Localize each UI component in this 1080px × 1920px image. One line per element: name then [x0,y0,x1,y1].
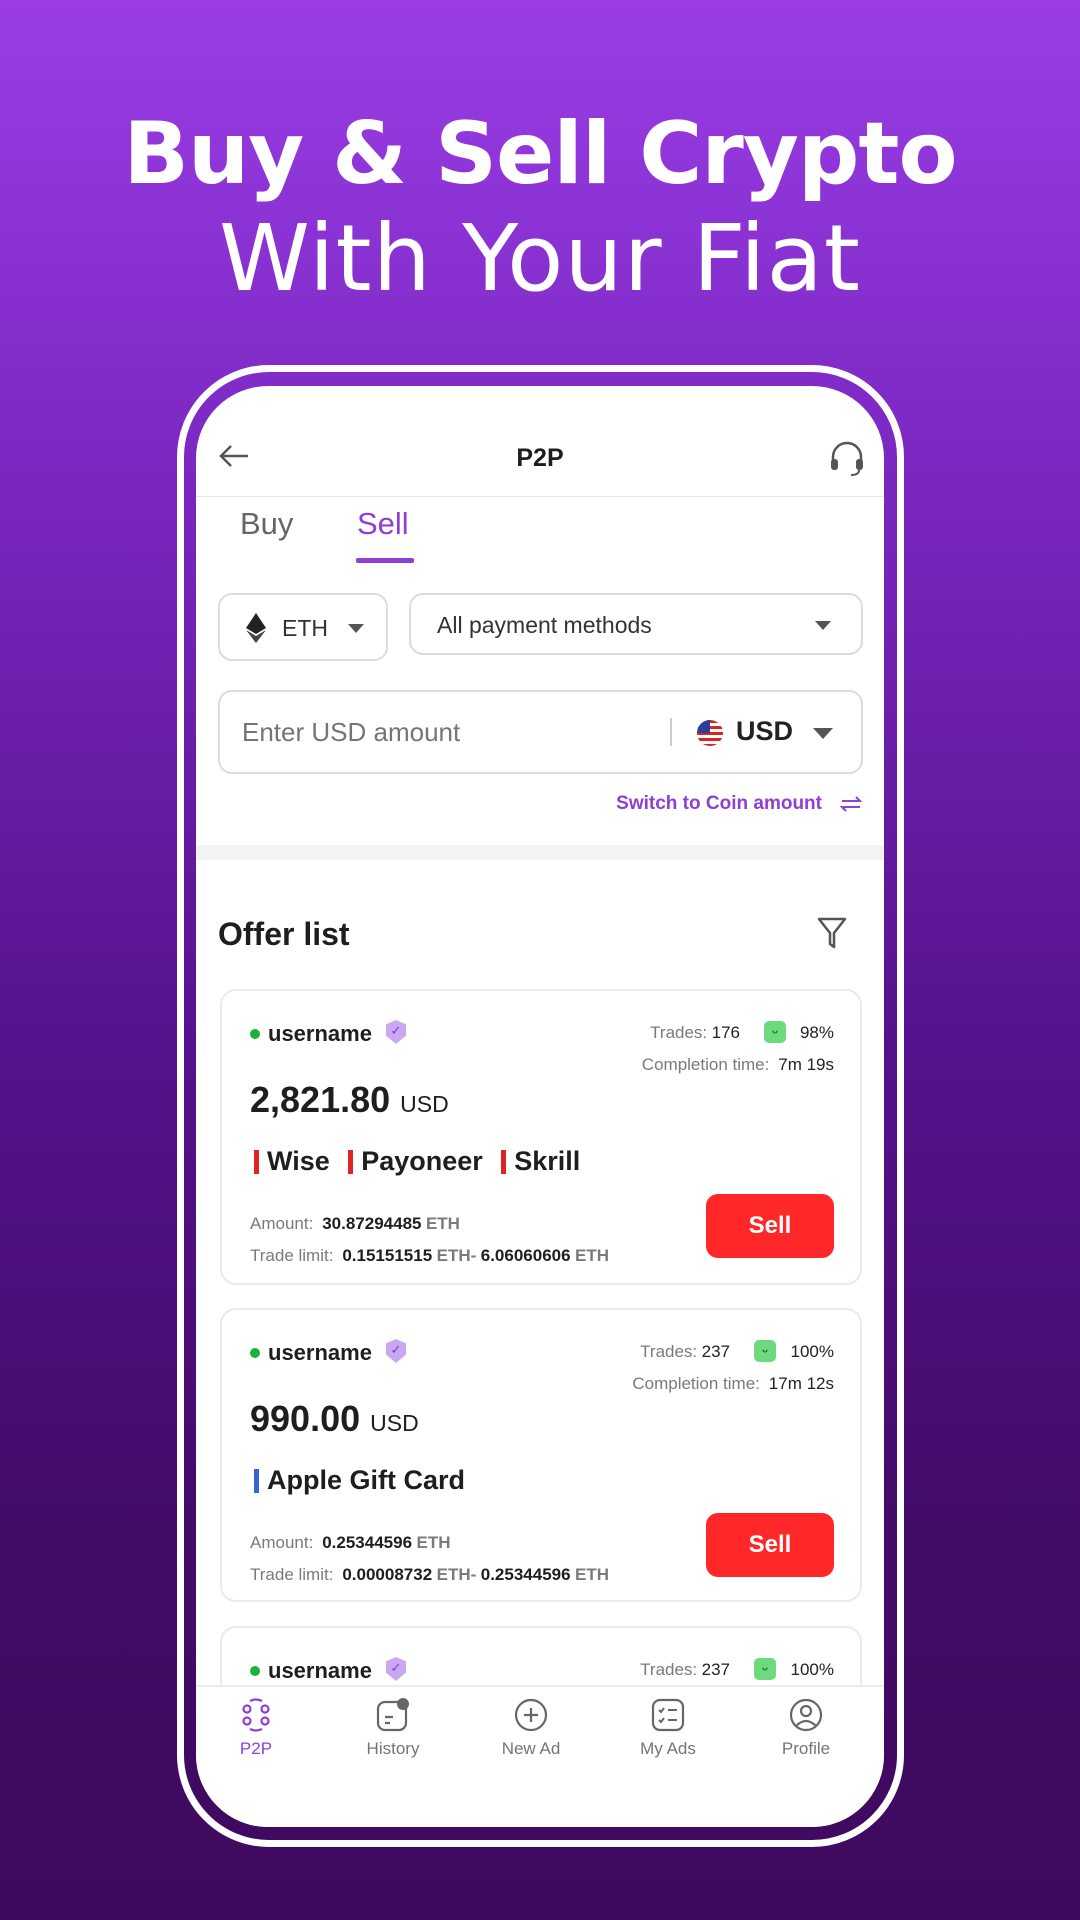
nav-new-ad[interactable]: New Ad [471,1697,591,1759]
section-divider [196,845,884,860]
page-title: P2P [516,444,564,472]
phone-screen: P2P Buy Sell ETH All payment methods USD… [196,386,884,1827]
verified-shield-icon: ✓ [386,1657,406,1681]
online-status-dot [250,1029,260,1039]
offer-trade-limit: Trade limit: 0.00008732 ETH- 0.25344596 … [250,1565,610,1584]
payment-method-tag: Payoneer [348,1146,483,1177]
nav-my-ads[interactable]: My Ads [608,1697,728,1759]
amount-field[interactable] [242,714,642,750]
currency-value[interactable]: USD [736,716,793,747]
trades-count: Trades: 237 [640,1342,730,1361]
tab-sell[interactable]: Sell [357,506,409,542]
payment-method-tag: Skrill [501,1146,580,1177]
offer-card: username ✓ Trades: 237 ᵕ 100% Completion… [220,1308,862,1602]
chevron-down-icon [815,621,831,630]
user-circle-icon [789,1698,823,1732]
tab-buy[interactable]: Buy [240,506,293,542]
nav-p2p[interactable]: P2P [196,1697,316,1759]
trades-count: Trades: 237 [640,1660,730,1679]
online-status-dot [250,1348,260,1358]
smile-rating-icon: ᵕ [754,1658,776,1680]
completion-time: Completion time: 7m 19s [641,1055,834,1074]
ethereum-icon [246,613,266,643]
payment-methods: Apple Gift Card [254,1465,479,1498]
promo-headline: Buy & Sell Crypto [123,104,957,204]
verified-shield-icon: ✓ [386,1339,406,1363]
p2p-icon [242,1698,270,1732]
offer-username[interactable]: username [268,1340,372,1366]
header-divider [196,496,884,497]
online-status-dot [250,1666,260,1676]
offer-price: 2,821.80 USD [250,1079,449,1120]
sell-button[interactable]: Sell [706,1513,834,1577]
plus-circle-icon [514,1698,548,1732]
headset-icon[interactable] [828,440,866,478]
checklist-icon [651,1698,685,1732]
offer-amount: Amount: 0.25344596 ETH [250,1533,451,1552]
filter-icon[interactable] [816,916,848,952]
us-flag-icon [697,720,723,746]
offer-username[interactable]: username [268,1021,372,1047]
amount-input[interactable]: USD [218,690,863,774]
completion-rate: 100% [790,1342,834,1361]
chevron-down-icon[interactable] [813,728,833,739]
offer-trade-limit: Trade limit: 0.15151515 ETH- 6.06060606 … [250,1246,610,1265]
chevron-down-icon [348,624,364,633]
offer-list-title: Offer list [218,916,350,952]
offer-username[interactable]: username [268,1658,372,1684]
smile-rating-icon: ᵕ [764,1021,786,1043]
payment-method-tag: Wise [254,1146,330,1177]
smile-rating-icon: ᵕ [754,1340,776,1362]
switch-to-coin-link[interactable]: Switch to Coin amount [616,793,822,815]
bottom-nav: P2P History New Ad My Ads Profile [196,1685,884,1827]
input-separator [670,718,672,746]
offer-card: username ✓ Trades: 176 ᵕ 98% Completion … [220,989,862,1285]
coin-select-value: ETH [282,615,328,641]
payment-method-value: All payment methods [437,612,652,638]
tab-sell-underline [356,558,414,563]
verified-shield-icon: ✓ [386,1020,406,1044]
coin-select[interactable]: ETH [218,593,388,661]
nav-profile[interactable]: Profile [746,1697,866,1759]
trades-count: Trades: 176 [650,1023,740,1042]
swap-icon[interactable] [839,792,863,816]
nav-history[interactable]: History [333,1697,453,1759]
completion-rate: 100% [790,1660,834,1679]
payment-method-select[interactable]: All payment methods [409,593,863,655]
offer-amount: Amount: 30.87294485 ETH [250,1214,460,1233]
sell-button[interactable]: Sell [706,1194,834,1258]
offer-price: 990.00 USD [250,1398,419,1439]
completion-rate: 98% [799,1023,834,1042]
promo-subheadline: With Your Fiat [218,205,861,312]
payment-method-tag: Apple Gift Card [254,1465,465,1496]
completion-time: Completion time: 17m 12s [632,1374,834,1393]
payment-methods: Wise Payoneer Skrill [254,1146,594,1179]
history-icon [376,1698,409,1732]
